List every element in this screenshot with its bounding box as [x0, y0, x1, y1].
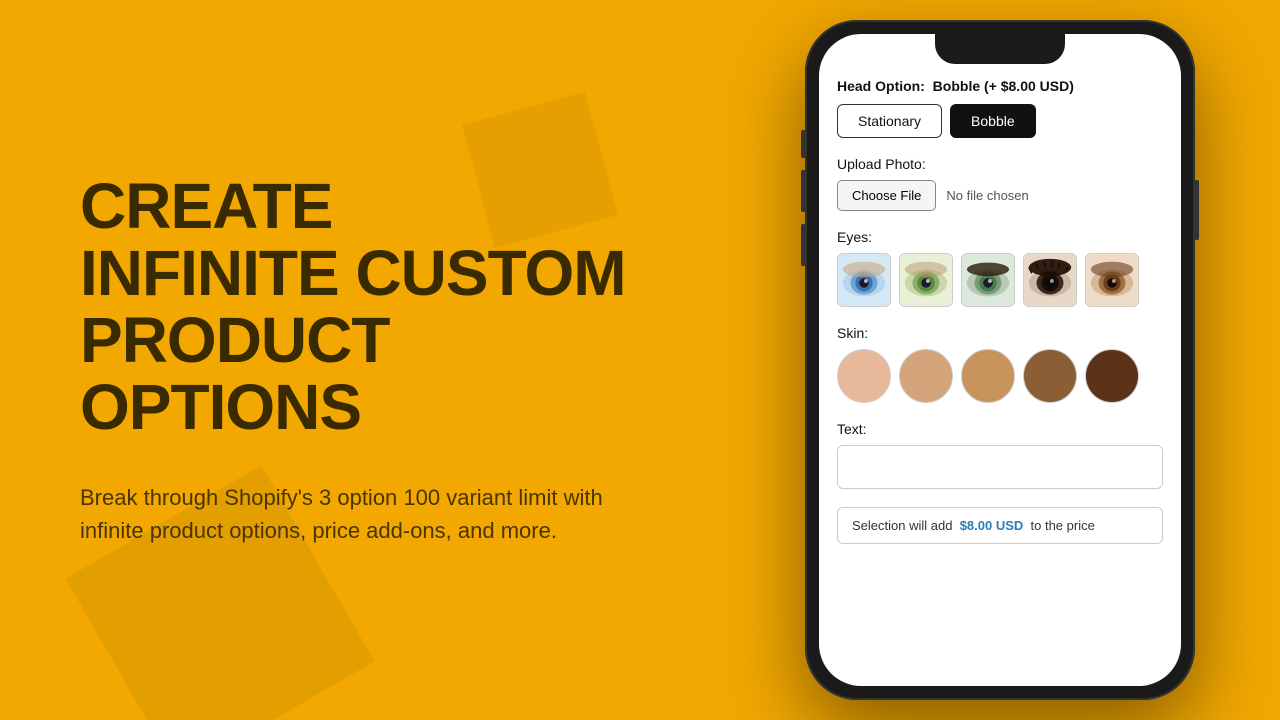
eye-swatch-gray-green[interactable] [961, 253, 1015, 307]
eye-swatch-green[interactable] [899, 253, 953, 307]
price-notice: Selection will add $8.00 USD to the pric… [837, 507, 1163, 544]
text-input[interactable] [837, 445, 1163, 489]
eye-swatch-brown[interactable] [1085, 253, 1139, 307]
phone-screen: Head Option: Bobble (+ $8.00 USD) Statio… [819, 34, 1181, 686]
side-button-vol-up [801, 170, 805, 212]
headline: CREATE INFINITE CUSTOM PRODUCT OPTIONS [80, 173, 670, 442]
phone-notch [935, 34, 1065, 64]
subtext: Break through Shopify's 3 option 100 var… [80, 481, 640, 547]
right-panel: Head Option: Bobble (+ $8.00 USD) Statio… [750, 0, 1280, 720]
phone-content: Head Option: Bobble (+ $8.00 USD) Statio… [819, 34, 1181, 686]
eyes-label: Eyes: [837, 229, 1163, 245]
stationary-button[interactable]: Stationary [837, 104, 942, 138]
left-panel: CREATE INFINITE CUSTOM PRODUCT OPTIONS B… [0, 0, 750, 720]
skin-swatch-4[interactable] [1023, 349, 1077, 403]
side-button-mute [801, 130, 805, 158]
skin-label: Skin: [837, 325, 1163, 341]
bobble-button[interactable]: Bobble [950, 104, 1036, 138]
skin-swatch-1[interactable] [837, 349, 891, 403]
upload-row: Choose File No file chosen [837, 180, 1163, 211]
eye-swatch-dark[interactable] [1023, 253, 1077, 307]
head-option-toggle-group: Stationary Bobble [837, 104, 1163, 138]
eye-swatch-blue[interactable] [837, 253, 891, 307]
eyes-row [837, 253, 1163, 307]
phone-mockup: Head Option: Bobble (+ $8.00 USD) Statio… [805, 20, 1195, 700]
upload-photo-label: Upload Photo: [837, 156, 1163, 172]
skin-row [837, 349, 1163, 403]
side-button-power [1195, 180, 1199, 240]
price-highlight: $8.00 USD [960, 518, 1024, 533]
no-file-text: No file chosen [946, 188, 1028, 203]
skin-swatch-5[interactable] [1085, 349, 1139, 403]
side-button-vol-down [801, 224, 805, 266]
choose-file-button[interactable]: Choose File [837, 180, 936, 211]
text-label: Text: [837, 421, 1163, 437]
head-option-label: Head Option: Bobble (+ $8.00 USD) [837, 78, 1163, 94]
skin-swatch-3[interactable] [961, 349, 1015, 403]
skin-swatch-2[interactable] [899, 349, 953, 403]
